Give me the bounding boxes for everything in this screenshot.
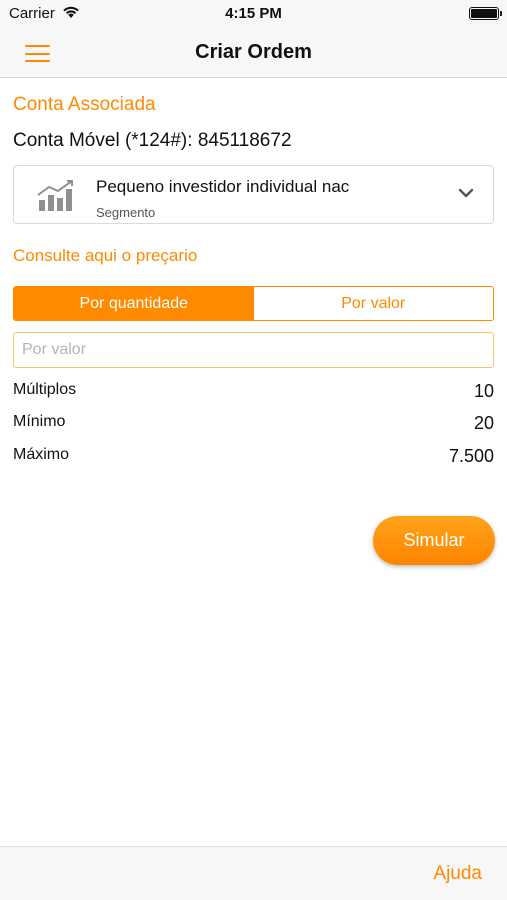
limit-row-maximo: Máximo 7.500 [13, 446, 494, 468]
bar-chart-icon [37, 180, 73, 211]
account-number: Conta Móvel (*124#): 845118672 [13, 130, 292, 151]
limit-value: 20 [473, 413, 494, 433]
battery-icon [469, 7, 502, 20]
limit-row-multiplos: Múltiplos 10 [13, 381, 494, 403]
footer-bar: Ajuda [0, 846, 507, 900]
tab-por-valor[interactable]: Por valor [253, 287, 493, 320]
navigation-bar: Criar Ordem [0, 28, 507, 78]
status-time: 4:15 PM [225, 5, 282, 22]
limit-label: Múltiplos [13, 381, 77, 398]
limit-value: 7.500 [448, 446, 494, 466]
value-input[interactable] [13, 332, 494, 368]
page-title: Criar Ordem [195, 41, 312, 63]
pricing-link[interactable]: Consulte aqui o preçario [13, 246, 197, 266]
limit-value: 10 [473, 381, 494, 401]
tab-por-quantidade[interactable]: Por quantidade [14, 287, 254, 320]
chevron-down-icon [458, 188, 474, 198]
segment-label: Segmento [96, 205, 156, 220]
account-section-title: Conta Associada [13, 94, 156, 115]
simulate-button[interactable]: Simular [373, 516, 495, 565]
limit-label: Mínimo [13, 413, 66, 430]
limit-row-minimo: Mínimo 20 [13, 413, 494, 435]
segment-name: Pequeno investidor individual nac [96, 177, 350, 196]
limit-label: Máximo [13, 446, 70, 463]
status-bar: Carrier 4:15 PM [0, 0, 507, 28]
help-link[interactable]: Ajuda [433, 863, 482, 885]
segment-selector[interactable]: Pequeno investidor individual nac Segmen… [13, 165, 494, 224]
order-mode-toggle: Por quantidade Por valor [13, 286, 494, 321]
